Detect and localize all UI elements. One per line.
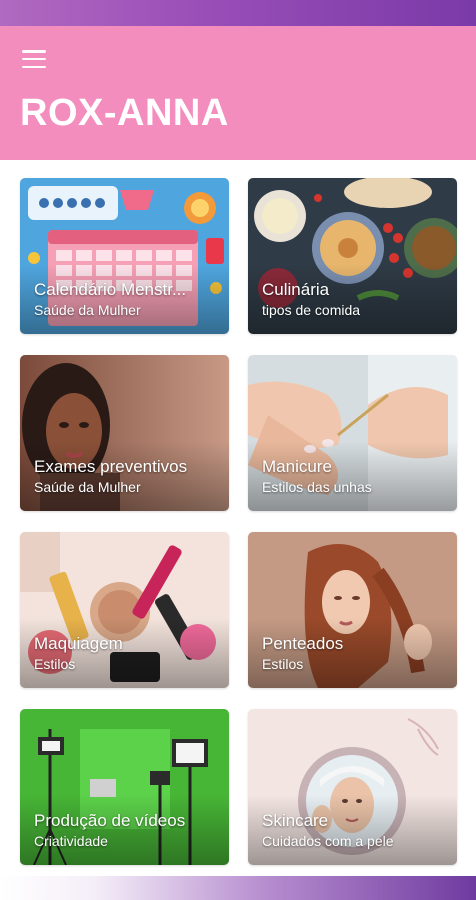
- card-subtitle: Estilos das unhas: [262, 479, 372, 495]
- card-title: Calendário Menstr...: [34, 280, 187, 299]
- card-exames-preventivos[interactable]: Exames preventivos Saúde da Mulher: [20, 355, 229, 511]
- card-producao-de-videos[interactable]: Produção de vídeos Criatividade: [20, 709, 229, 865]
- card-subtitle: Saúde da Mulher: [34, 302, 141, 318]
- card-title: Manicure: [262, 457, 332, 476]
- card-skincare[interactable]: Skincare Cuidados com a pele: [248, 709, 457, 865]
- card-maquiagem[interactable]: Maquiagem Estilos: [20, 532, 229, 688]
- card-title: Exames preventivos: [34, 457, 188, 476]
- card-subtitle: Estilos: [34, 656, 76, 672]
- card-title: Produção de vídeos: [34, 811, 186, 830]
- card-subtitle: Cuidados com a pele: [262, 833, 394, 849]
- app-bar: ROX-ANNA: [0, 26, 476, 160]
- card-calendario[interactable]: Calendário Menstr... Saúde da Mulher: [20, 178, 229, 334]
- card-subtitle: Saúde da Mulher: [34, 479, 141, 495]
- card-subtitle: Criatividade: [34, 833, 108, 849]
- card-title: Skincare: [262, 811, 329, 830]
- card-subtitle: Estilos: [262, 656, 304, 672]
- bottom-bar: [0, 876, 476, 900]
- app-title: ROX-ANNA: [20, 92, 229, 134]
- card-title: Maquiagem: [34, 634, 123, 653]
- card-subtitle: tipos de comida: [262, 302, 361, 318]
- card-title: Culinária: [262, 280, 330, 299]
- top-strip: [0, 0, 476, 26]
- card-title: Penteados: [262, 634, 344, 653]
- category-grid: Calendário Menstr... Saúde da Mulher Cul…: [20, 178, 457, 865]
- card-penteados[interactable]: Penteados Estilos: [248, 532, 457, 688]
- card-manicure[interactable]: Manicure Estilos das unhas: [248, 355, 457, 511]
- hamburger-menu-icon[interactable]: [20, 48, 48, 70]
- card-culinaria[interactable]: Culinária tipos de comida: [248, 178, 457, 334]
